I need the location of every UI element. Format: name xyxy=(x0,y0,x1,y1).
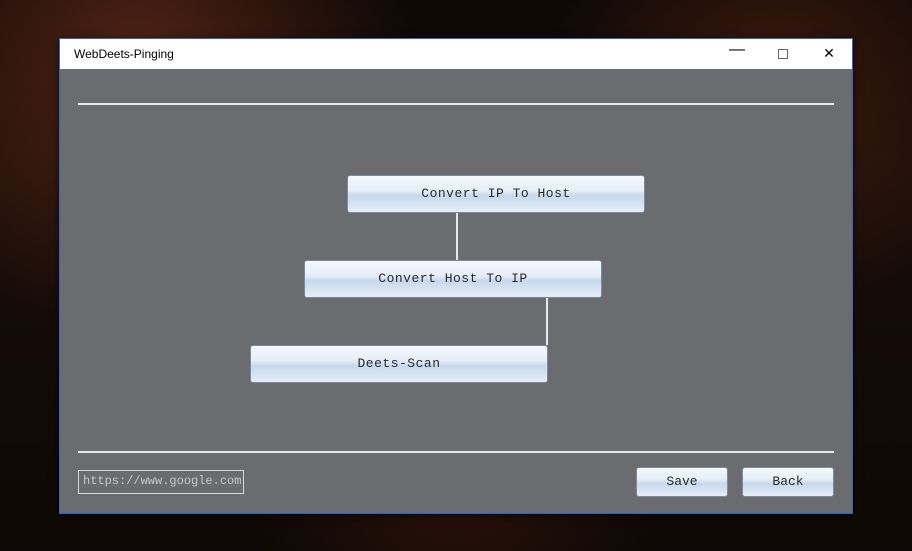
button-label: Back xyxy=(772,474,803,489)
window-title: WebDeets-Pinging xyxy=(60,47,174,61)
back-button[interactable]: Back xyxy=(742,467,834,497)
footer-buttons: Save Back xyxy=(636,467,834,497)
footer: https://www.google.com Save Back xyxy=(78,465,834,499)
window-controls: — ✕ xyxy=(714,39,852,69)
deets-scan-button[interactable]: Deets-Scan xyxy=(250,345,548,383)
url-input[interactable]: https://www.google.com xyxy=(78,470,244,494)
client-area: Convert IP To Host Convert Host To IP De… xyxy=(60,69,852,513)
convert-host-to-ip-button[interactable]: Convert Host To IP xyxy=(304,260,602,298)
close-button[interactable]: ✕ xyxy=(806,39,852,69)
app-window: WebDeets-Pinging — ✕ Convert IP To Host … xyxy=(59,38,853,514)
maximize-button[interactable] xyxy=(760,39,806,69)
convert-ip-to-host-button[interactable]: Convert IP To Host xyxy=(347,175,645,213)
close-icon: ✕ xyxy=(823,45,835,62)
button-label: Convert IP To Host xyxy=(421,186,570,201)
divider-bottom xyxy=(78,451,834,453)
save-button[interactable]: Save xyxy=(636,467,728,497)
minimize-icon: — xyxy=(729,41,745,59)
connector-line xyxy=(546,298,548,345)
button-label: Deets-Scan xyxy=(357,356,440,371)
connector-line xyxy=(456,213,458,260)
minimize-button[interactable]: — xyxy=(714,39,760,69)
options-area: Convert IP To Host Convert Host To IP De… xyxy=(78,105,834,451)
titlebar: WebDeets-Pinging — ✕ xyxy=(60,39,852,69)
maximize-icon xyxy=(778,49,788,59)
button-label: Convert Host To IP xyxy=(378,271,527,286)
button-label: Save xyxy=(666,474,697,489)
